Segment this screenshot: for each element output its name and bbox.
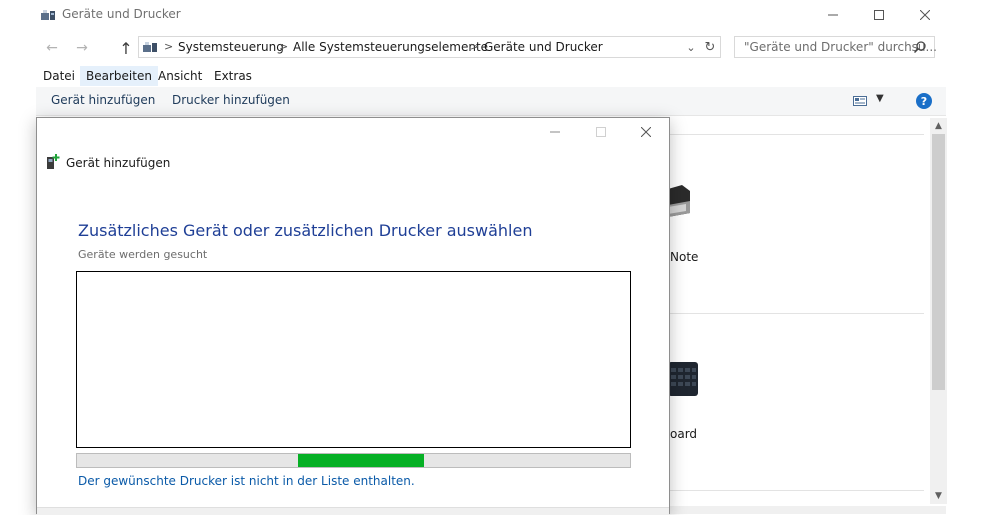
scroll-down-button[interactable]: ▼	[930, 488, 947, 504]
group-divider	[668, 313, 924, 314]
back-button[interactable]: ←	[42, 38, 62, 58]
device-label[interactable]: oard	[670, 427, 697, 441]
arrow-left-icon: ←	[46, 40, 58, 56]
group-divider	[668, 490, 924, 491]
forward-button[interactable]: →	[72, 38, 92, 58]
chevron-down-icon: ⌄	[686, 40, 696, 54]
chevron-up-icon: ▲	[935, 121, 942, 131]
scrollbar-thumb[interactable]	[932, 134, 945, 390]
refresh-button[interactable]: ↻	[701, 38, 719, 56]
close-button[interactable]	[902, 0, 948, 30]
printer-icon[interactable]	[668, 183, 690, 219]
dialog-heading: Zusätzliches Gerät oder zusätzlichen Dru…	[78, 221, 533, 240]
add-printer-command[interactable]: Drucker hinzufügen	[172, 93, 290, 107]
minimize-icon	[828, 14, 838, 16]
dialog-close-button[interactable]	[623, 118, 669, 146]
maximize-button[interactable]	[856, 0, 902, 30]
refresh-icon: ↻	[704, 39, 716, 55]
menu-ansicht[interactable]: Ansicht	[152, 66, 208, 86]
menu-extras[interactable]: Extras	[208, 66, 258, 86]
maximize-icon	[874, 10, 884, 20]
device-label[interactable]: Note	[670, 250, 698, 264]
keyboard-icon[interactable]	[668, 360, 698, 396]
minimize-button[interactable]	[810, 0, 856, 30]
dialog-maximize-button	[578, 118, 624, 146]
breadcrumb-separator-icon: >	[164, 40, 174, 53]
devices-printers-icon	[41, 10, 55, 20]
printer-not-listed-link[interactable]: Der gewünschte Drucker ist nicht in der …	[78, 474, 415, 488]
menu-bearbeiten[interactable]: Bearbeiten	[80, 66, 158, 86]
arrow-right-icon: →	[76, 40, 88, 56]
close-icon	[641, 127, 651, 137]
dialog-minimize-button[interactable]	[532, 118, 578, 146]
arrow-up-icon: ↑	[119, 38, 133, 58]
menu-datei[interactable]: Datei	[37, 66, 81, 86]
change-view-icon[interactable]	[853, 96, 867, 106]
maximize-icon	[596, 127, 606, 137]
help-icon[interactable]: ?	[916, 93, 932, 109]
group-divider	[668, 134, 924, 135]
window-title: Geräte und Drucker	[62, 7, 181, 21]
address-history-button[interactable]: ⌄	[683, 38, 699, 56]
up-button[interactable]: ↑	[116, 38, 136, 58]
breadcrumb-item[interactable]: Geräte und Drucker	[484, 40, 603, 54]
add-device-command[interactable]: Gerät hinzufügen	[51, 93, 155, 107]
chevron-down-icon: ▼	[935, 491, 942, 501]
search-placeholder: "Geräte und Drucker" durchsu...	[744, 40, 937, 54]
scroll-up-button[interactable]: ▲	[930, 118, 947, 134]
view-options-dropdown-icon[interactable]: ▼	[876, 93, 884, 104]
breadcrumb-separator-icon: >	[279, 40, 289, 53]
progress-indicator	[298, 454, 424, 467]
add-device-icon	[47, 154, 60, 169]
search-status-text: Geräte werden gesucht	[78, 248, 208, 261]
devices-printers-icon	[143, 42, 157, 52]
search-progress-bar	[76, 453, 631, 468]
breadcrumb-item[interactable]: Systemsteuerung	[178, 40, 284, 54]
dialog-app-title: Gerät hinzufügen	[66, 156, 171, 170]
breadcrumb-item[interactable]: Alle Systemsteuerungselemente	[293, 40, 488, 54]
search-icon[interactable]	[913, 40, 927, 54]
close-icon	[920, 10, 930, 20]
minimize-icon	[550, 131, 560, 133]
device-list[interactable]	[76, 271, 631, 448]
breadcrumb-separator-icon: >	[470, 40, 480, 53]
